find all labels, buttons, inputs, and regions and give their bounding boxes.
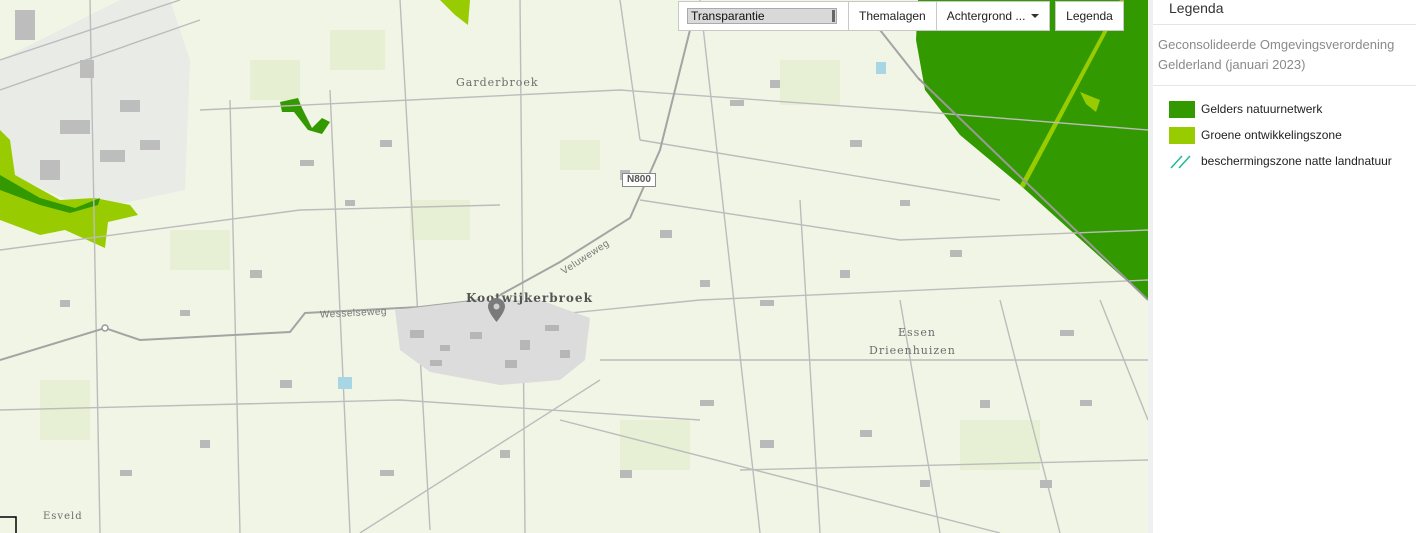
- road-shield-n800: N800: [622, 173, 656, 187]
- legend-item: Groene ontwikkelingszone: [1169, 122, 1416, 148]
- legend-toggle-wrap: Legenda: [1055, 1, 1124, 31]
- themalagen-button[interactable]: Themalagen: [849, 1, 937, 31]
- map-toolbar: Transparantie Themalagen Achtergrond ...: [678, 1, 1051, 31]
- transparency-slider[interactable]: Transparantie: [687, 8, 837, 24]
- legend-item-label: Gelders natuurnetwerk: [1201, 102, 1323, 116]
- place-label-essen: Essen: [898, 326, 936, 339]
- legend-list: Gelders natuurnetwerk Groene ontwikkelin…: [1153, 86, 1416, 174]
- legend-item-label: Groene ontwikkelingszone: [1201, 128, 1342, 142]
- achtergrond-dropdown[interactable]: Achtergrond ...: [936, 1, 1051, 31]
- place-label-garderbroek: Garderbroek: [456, 76, 539, 89]
- map-pin-icon[interactable]: [488, 298, 505, 322]
- legend-subtitle: Geconsolideerde Omgevingsverordening Gel…: [1153, 25, 1416, 86]
- legend-item: beschermingszone natte landnatuur: [1169, 148, 1416, 174]
- legenda-button[interactable]: Legenda: [1055, 1, 1124, 31]
- hatch-lines-icon: [1169, 153, 1195, 170]
- legend-swatch-ontwikkelingszone: [1169, 126, 1195, 144]
- transparency-label: Transparantie: [691, 9, 765, 23]
- place-label-esveld: Esveld: [43, 511, 83, 522]
- transparency-control: Transparantie: [678, 1, 849, 31]
- place-label-kootwijkerbroek: Kootwijkerbroek: [466, 291, 593, 305]
- legend-title: Legenda: [1153, 0, 1416, 25]
- chevron-down-icon: [1031, 14, 1040, 18]
- map-view[interactable]: Garderbroek Kootwijkerbroek Essen Drieen…: [0, 0, 1148, 533]
- legend-item-label: beschermingszone natte landnatuur: [1201, 154, 1392, 168]
- achtergrond-label: Achtergrond ...: [946, 9, 1026, 23]
- legend-swatch-natuurnetwerk: [1169, 100, 1195, 118]
- legend-item: Gelders natuurnetwerk: [1169, 96, 1416, 122]
- place-label-drieenhuizen: Drieenhuizen: [869, 344, 956, 357]
- transparency-slider-handle[interactable]: [832, 10, 835, 22]
- legend-panel: Legenda Geconsolideerde Omgevingsverorde…: [1148, 0, 1416, 533]
